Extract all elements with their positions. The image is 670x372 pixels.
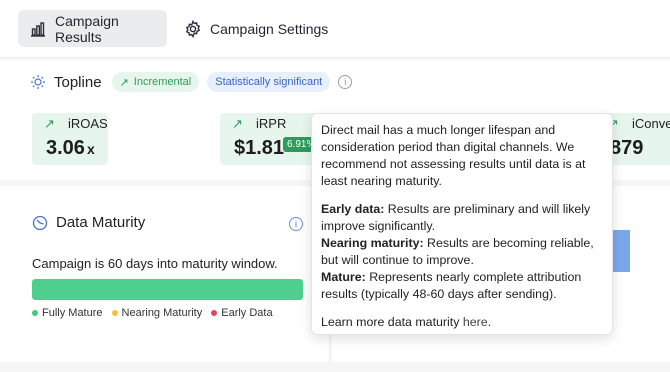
tooltip-intro: Direct mail has a much longer lifespan a… <box>321 123 586 188</box>
metric-label: iRPR <box>256 116 287 131</box>
metric-iroas: ↗ iROAS 3.06 x <box>32 113 108 165</box>
tab-campaign-results[interactable]: Campaign Results <box>18 10 167 47</box>
badge-label: Incremental <box>133 76 192 88</box>
definition-mature: Mature: Represents nearly complete attri… <box>321 270 582 301</box>
maturity-progress-bar <box>32 279 303 300</box>
definition-early-data: Early data: Results are preliminary and … <box>321 202 591 233</box>
metric-value: 879 <box>610 137 644 159</box>
tab-label: Campaign Settings <box>210 20 329 37</box>
metric-value: 3.06 x <box>46 137 95 159</box>
arrow-up-right-icon: ↗ <box>232 116 243 131</box>
significance-badge: Statistically significant <box>207 72 331 92</box>
info-icon[interactable]: i <box>289 217 303 231</box>
bar-chart-icon <box>31 21 45 37</box>
tooltip-definitions: Early data: Results are preliminary and … <box>321 201 604 303</box>
tab-label: Campaign Results <box>55 12 119 45</box>
definition-nearing-maturity: Nearing maturity: Results are becoming r… <box>321 236 594 267</box>
data-maturity-title: Data Maturity <box>56 214 146 231</box>
maturity-legend: Fully Mature Nearing Maturity Early Data <box>32 307 273 319</box>
legend-item-early-data: Early Data <box>211 307 273 319</box>
metric-label: iConve <box>632 116 670 131</box>
metric-label: iROAS <box>68 116 108 131</box>
topline-title: Topline <box>54 73 102 91</box>
maturity-status-text: Campaign is 60 days into maturity window… <box>32 256 278 271</box>
incremental-badge: ↗ Incremental <box>111 72 200 92</box>
legend-item-nearing-maturity: Nearing Maturity <box>111 307 202 319</box>
topline-header: Topline ↗ Incremental Statistically sign… <box>30 70 353 94</box>
legend-dot <box>211 310 218 316</box>
legend-dot <box>111 310 118 316</box>
data-maturity-tooltip: Direct mail has a much longer lifespan a… <box>311 113 613 335</box>
metric-irpr: ↗ iRPR $1.81 6.91% <box>220 113 320 165</box>
tooltip-footer: Learn more data maturity here. <box>321 315 492 329</box>
legend-item-fully-mature: Fully Mature <box>32 307 103 319</box>
maturity-progress-fill <box>32 279 303 300</box>
learn-more-link[interactable]: here <box>463 315 488 329</box>
metric-value: $1.81 <box>234 137 285 159</box>
info-icon[interactable]: i <box>338 75 353 89</box>
data-maturity-card: Data Maturity i Campaign is 60 days into… <box>0 186 330 362</box>
arrow-up-right-icon: ↗ <box>119 76 129 89</box>
tab-campaign-settings[interactable]: Campaign Settings <box>173 10 339 47</box>
tab-bar: Campaign Results Campaign Settings <box>0 0 670 58</box>
arrow-up-right-icon: ↗ <box>44 116 55 131</box>
legend-dot <box>32 310 38 316</box>
data-maturity-header: Data Maturity <box>32 214 145 231</box>
badge-label: Statistically significant <box>215 76 323 88</box>
gear-icon <box>185 19 201 38</box>
sun-icon <box>31 75 45 89</box>
clock-icon <box>32 215 48 230</box>
